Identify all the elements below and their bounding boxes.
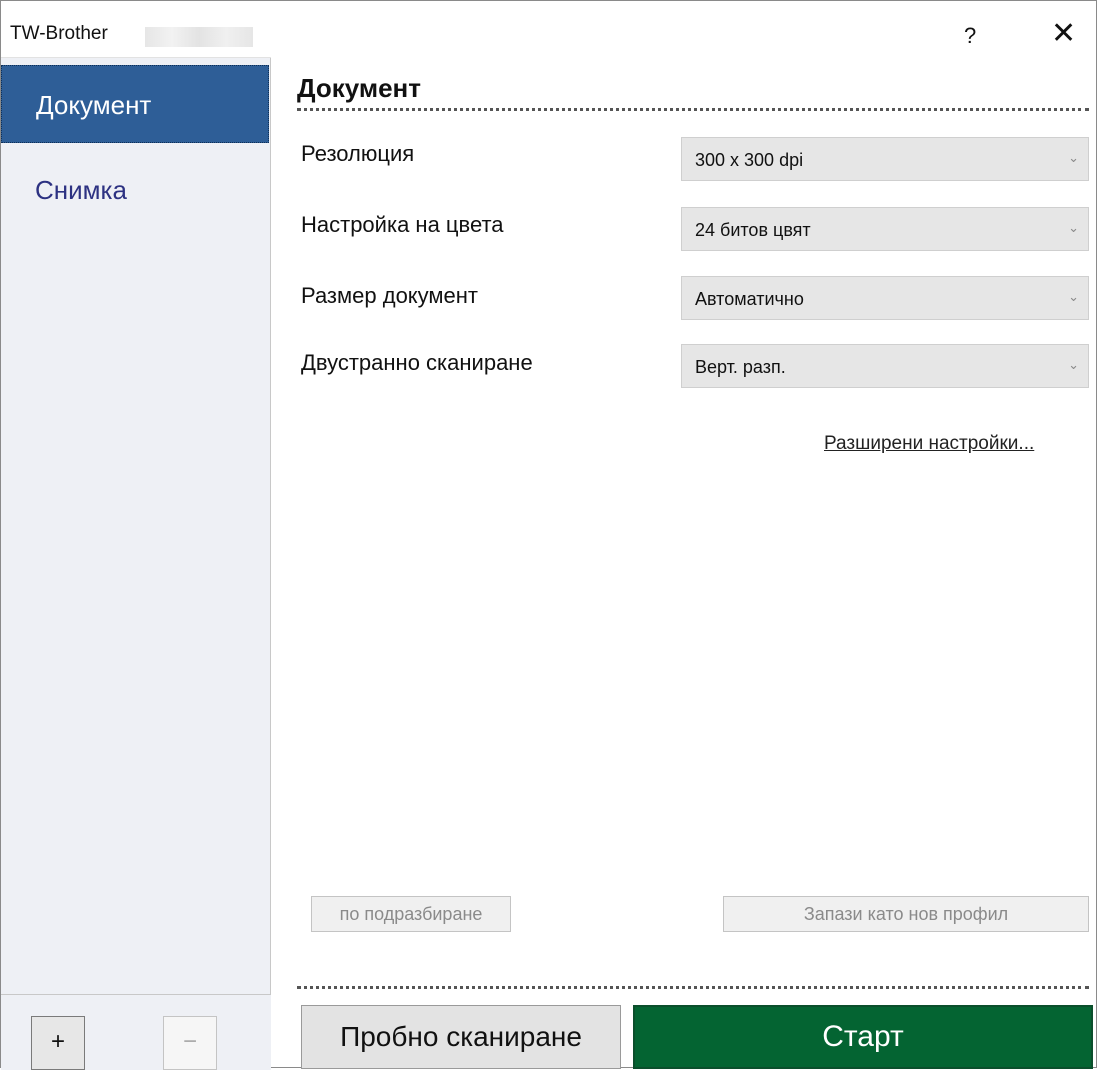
duplex-scan-label: Двустранно сканиране (301, 350, 533, 375)
document-size-select[interactable]: Автоматично ⌄ (681, 276, 1089, 320)
blurred-device-name (145, 27, 253, 47)
resolution-select[interactable]: 300 x 300 dpi ⌄ (681, 137, 1089, 181)
app-title: TW-Brother (10, 23, 108, 44)
default-button[interactable]: по подразбиране (311, 896, 511, 932)
duplex-scan-select[interactable]: Верт. разп. ⌄ (681, 344, 1089, 388)
sidebar: TW-Brother Документ Снимка + − (1, 1, 271, 1070)
resolution-label: Резолюция (301, 141, 415, 166)
color-setting-value: 24 битов цвят (695, 220, 811, 240)
add-profile-button[interactable]: + (31, 1016, 85, 1070)
title-bar: TW-Brother (1, 1, 271, 58)
chevron-down-icon: ⌄ (1068, 220, 1079, 235)
duplex-scan-value: Верт. разп. (695, 357, 786, 377)
color-setting-label: Настройка на цвета (301, 212, 504, 237)
sidebar-footer: + − (1, 994, 271, 1070)
title-divider (297, 108, 1089, 111)
footer-divider (297, 986, 1089, 989)
sidebar-item-photo[interactable]: Снимка (1, 149, 269, 227)
chevron-down-icon: ⌄ (1068, 289, 1079, 304)
preview-scan-button[interactable]: Пробно сканиране (301, 1005, 621, 1069)
save-profile-button[interactable]: Запази като нов профил (723, 896, 1089, 932)
sidebar-item-document[interactable]: Документ (1, 65, 269, 143)
chevron-down-icon: ⌄ (1068, 150, 1079, 165)
chevron-down-icon: ⌄ (1068, 357, 1079, 372)
advanced-settings-link[interactable]: Разширени настройки... (824, 433, 1034, 455)
start-button[interactable]: Старт (633, 1005, 1093, 1069)
scanner-dialog: TW-Brother Документ Снимка + − ? ✕ Докум… (0, 0, 1097, 1070)
section-title: Документ (297, 73, 421, 103)
document-size-value: Автоматично (695, 289, 804, 309)
document-size-label: Размер документ (301, 283, 479, 308)
help-icon[interactable]: ? (964, 23, 976, 49)
close-icon[interactable]: ✕ (1051, 19, 1076, 49)
remove-profile-button[interactable]: − (163, 1016, 217, 1070)
color-setting-select[interactable]: 24 битов цвят ⌄ (681, 207, 1089, 251)
resolution-value: 300 x 300 dpi (695, 150, 804, 170)
